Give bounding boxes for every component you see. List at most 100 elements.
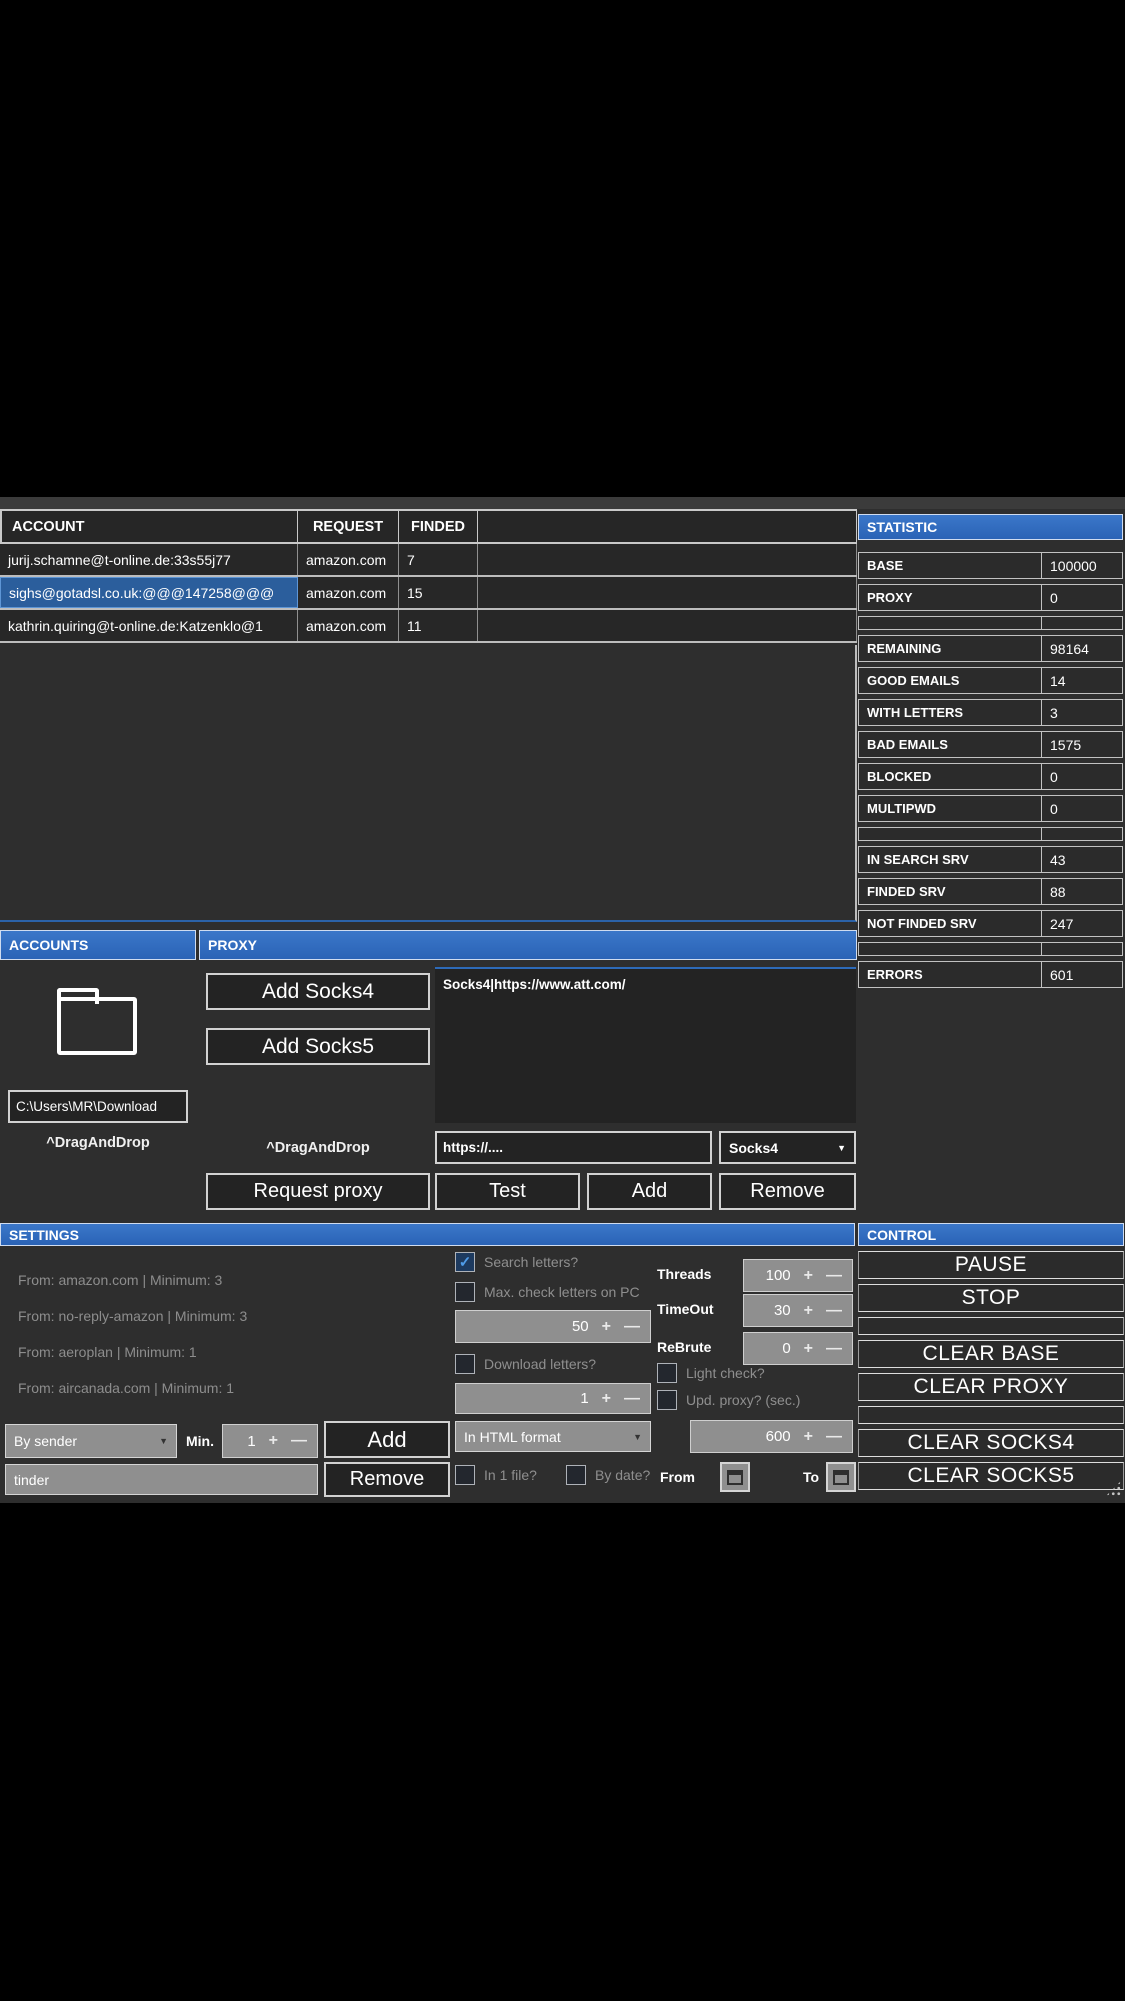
statistic-label: IN SEARCH SRV <box>859 847 1041 872</box>
cell-account[interactable]: kathrin.quiring@t-online.de:Katzenklo@1 <box>0 610 298 641</box>
senders-list: From: amazon.com | Minimum: 3From: no-re… <box>6 1250 446 1406</box>
test-button[interactable]: Test <box>435 1173 580 1210</box>
col-request[interactable]: REQUEST <box>298 511 399 542</box>
cell-request[interactable]: amazon.com <box>298 610 399 641</box>
proxy-panel-header: PROXY <box>199 930 857 960</box>
plus-icon[interactable]: + <box>804 1341 813 1357</box>
statistic-label <box>859 943 1041 955</box>
download-stepper[interactable]: 1 + — <box>455 1383 651 1414</box>
sender-remove-button[interactable]: Remove <box>324 1462 450 1497</box>
format-value: In HTML format <box>464 1429 561 1445</box>
accounts-table-header: ACCOUNT REQUEST FINDED <box>0 509 857 544</box>
col-account[interactable]: ACCOUNT <box>0 511 298 542</box>
proxy-url-input[interactable]: https://.... <box>435 1131 712 1164</box>
add-socks5-button[interactable]: Add Socks5 <box>206 1028 430 1065</box>
minus-icon[interactable]: — <box>826 1268 842 1284</box>
cell-finded[interactable]: 15 <box>399 577 478 608</box>
add-socks4-button[interactable]: Add Socks4 <box>206 973 430 1010</box>
sender-filter-input[interactable]: tinder <box>5 1464 318 1495</box>
cell-request[interactable]: amazon.com <box>298 544 399 575</box>
plus-icon[interactable]: + <box>804 1303 813 1319</box>
from-date-button[interactable] <box>720 1462 750 1492</box>
control-button-clear-socks4[interactable]: CLEAR SOCKS4 <box>858 1429 1124 1457</box>
plus-icon[interactable]: + <box>804 1268 813 1284</box>
proxy-add-button[interactable]: Add <box>587 1173 712 1210</box>
cell-extra <box>478 577 857 608</box>
minus-icon[interactable]: — <box>624 1319 640 1335</box>
proxy-type-dropdown[interactable]: Socks4 ▼ <box>719 1131 856 1164</box>
minus-icon[interactable]: — <box>826 1303 842 1319</box>
plus-icon[interactable]: + <box>804 1429 813 1445</box>
sender-list-item[interactable]: From: aircanada.com | Minimum: 1 <box>18 1370 446 1406</box>
minus-icon[interactable]: — <box>826 1341 842 1357</box>
cell-account[interactable]: jurij.schamne@t-online.de:33s55j77 <box>0 544 298 575</box>
sender-list-item[interactable]: From: aeroplan | Minimum: 1 <box>18 1334 446 1370</box>
max-check-label: Max. check letters on PC <box>484 1284 640 1300</box>
cell-finded[interactable]: 7 <box>399 544 478 575</box>
from-label: From <box>660 1469 695 1485</box>
plus-icon[interactable]: + <box>269 1433 278 1449</box>
screen: ACCOUNT REQUEST FINDED jurij.schamne@t-o… <box>0 0 1125 2001</box>
folder-icon[interactable] <box>57 997 137 1055</box>
download-value: 1 <box>580 1390 588 1407</box>
max-check-checkbox[interactable] <box>455 1282 475 1302</box>
in-1-file-checkbox[interactable] <box>455 1465 475 1485</box>
statistic-rows: BASE100000PROXY0REMAINING98164GOOD EMAIL… <box>858 552 1123 993</box>
statistic-value: 98164 <box>1041 636 1122 661</box>
search-letters-checkbox[interactable]: ✓ <box>455 1252 475 1272</box>
statistic-value: 43 <box>1041 847 1122 872</box>
control-button-clear-proxy[interactable]: CLEAR PROXY <box>858 1373 1124 1401</box>
statistic-row: GOOD EMAILS14 <box>858 667 1123 694</box>
col-finded[interactable]: FINDED <box>399 511 478 542</box>
accounts-dragdrop-label: ^DragAndDrop <box>0 1135 196 1151</box>
threads-stepper[interactable]: 100 + — <box>743 1259 853 1292</box>
minus-icon[interactable]: — <box>624 1391 640 1407</box>
sender-list-item[interactable]: From: amazon.com | Minimum: 3 <box>18 1262 446 1298</box>
sender-add-button[interactable]: Add <box>324 1421 450 1458</box>
cell-account[interactable]: sighs@gotadsl.co.uk:@@@147258@@@ <box>0 577 298 608</box>
proxy-type-value: Socks4 <box>729 1140 778 1156</box>
statistic-label: BASE <box>859 553 1041 578</box>
statistic-value: 1575 <box>1041 732 1122 757</box>
rebrute-value: 0 <box>782 1340 790 1357</box>
table-row[interactable]: jurij.schamne@t-online.de:33s55j77amazon… <box>0 544 857 577</box>
statistic-row: WITH LETTERS3 <box>858 699 1123 726</box>
download-letters-checkbox[interactable] <box>455 1354 475 1374</box>
light-check-checkbox[interactable] <box>657 1363 677 1383</box>
plus-icon[interactable]: + <box>602 1391 611 1407</box>
to-date-button[interactable] <box>826 1462 856 1492</box>
proxy-remove-button[interactable]: Remove <box>719 1173 856 1210</box>
cell-request[interactable]: amazon.com <box>298 577 399 608</box>
control-panel-header: CONTROL <box>858 1223 1124 1246</box>
sender-list-item[interactable]: From: no-reply-amazon | Minimum: 3 <box>18 1298 446 1334</box>
plus-icon[interactable]: + <box>602 1319 611 1335</box>
proxy-list-textarea[interactable]: Socks4|https://www.att.com/ <box>435 967 856 1123</box>
table-row[interactable]: kathrin.quiring@t-online.de:Katzenklo@1a… <box>0 610 857 643</box>
max-check-stepper[interactable]: 50 + — <box>455 1310 651 1343</box>
to-label: To <box>803 1469 819 1485</box>
request-proxy-button[interactable]: Request proxy <box>206 1173 430 1210</box>
cell-finded[interactable]: 11 <box>399 610 478 641</box>
statistic-label: GOOD EMAILS <box>859 668 1041 693</box>
accounts-path-field[interactable]: C:\Users\MR\Download <box>8 1090 188 1123</box>
control-button-stop[interactable]: STOP <box>858 1284 1124 1312</box>
timeout-label: TimeOut <box>657 1301 714 1317</box>
format-dropdown[interactable]: In HTML format ▼ <box>455 1421 651 1452</box>
statistic-label: BAD EMAILS <box>859 732 1041 757</box>
control-button-clear-socks5[interactable]: CLEAR SOCKS5 <box>858 1462 1124 1490</box>
min-stepper[interactable]: 1 + — <box>222 1424 318 1458</box>
minus-icon[interactable]: — <box>826 1429 842 1445</box>
by-date-checkbox[interactable] <box>566 1465 586 1485</box>
accounts-table: ACCOUNT REQUEST FINDED jurij.schamne@t-o… <box>0 509 857 643</box>
min-value: 1 <box>247 1433 255 1450</box>
table-row[interactable]: sighs@gotadsl.co.uk:@@@147258@@@amazon.c… <box>0 577 857 610</box>
control-button-clear-base[interactable]: CLEAR BASE <box>858 1340 1124 1368</box>
rebrute-stepper[interactable]: 0 + — <box>743 1332 853 1365</box>
by-sender-dropdown[interactable]: By sender ▼ <box>5 1424 177 1458</box>
upd-proxy-stepper[interactable]: 600 + — <box>690 1420 853 1453</box>
minus-icon[interactable]: — <box>291 1433 307 1449</box>
upd-proxy-checkbox[interactable] <box>657 1390 677 1410</box>
upd-proxy-value: 600 <box>766 1428 791 1445</box>
timeout-stepper[interactable]: 30 + — <box>743 1294 853 1327</box>
control-button-pause[interactable]: PAUSE <box>858 1251 1124 1279</box>
